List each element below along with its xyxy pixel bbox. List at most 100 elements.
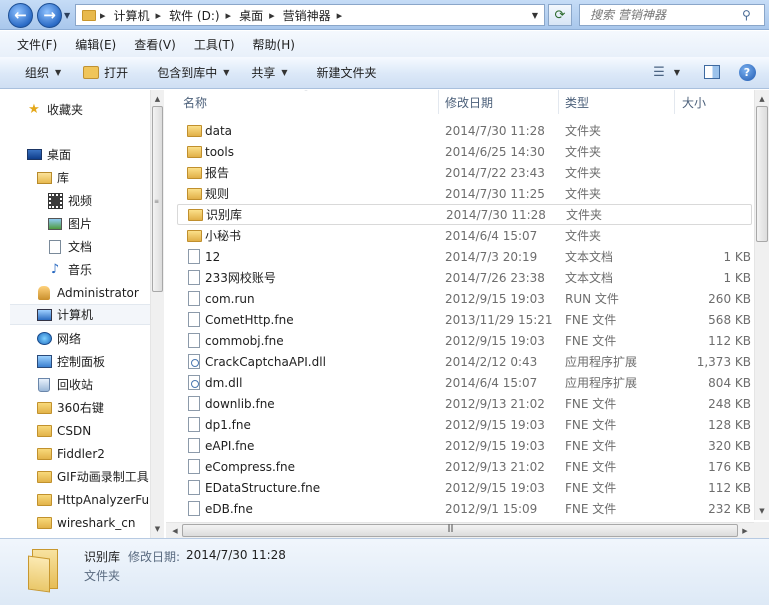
column-header-name[interactable]: 名称 [183,90,207,114]
file-list-horizontal-scrollbar[interactable]: ◀ ‖‖ ▶ [166,522,754,538]
scroll-grip: ‖‖ [447,523,454,532]
open-button[interactable]: 打开 [72,64,139,81]
nav-recycle-bin[interactable]: 回收站 [36,374,150,395]
nav-folder-httpanalyzer[interactable]: HttpAnalyzerFul [36,489,150,510]
recent-pages-dropdown[interactable]: ▼ [64,11,70,20]
folder-row[interactable]: data 2014/7/30 11:28 文件夹 [177,120,752,141]
file-icon [188,312,200,327]
nav-folder-360[interactable]: 360右键 [36,397,150,418]
nav-libraries[interactable]: 库 [36,167,150,188]
file-date: 2014/7/22 23:43 [445,165,545,180]
file-row[interactable]: downlib.fne 2012/9/13 21:02 FNE 文件 248 KB [177,393,752,414]
folder-row[interactable]: 规则 2014/7/30 11:25 文件夹 [177,183,752,204]
folder-row[interactable]: 报告 2014/7/22 23:43 文件夹 [177,162,752,183]
folder-row[interactable]: tools 2014/6/25 14:30 文件夹 [177,141,752,162]
file-list-vertical-scrollbar[interactable]: ▲ ▼ [754,90,769,520]
file-row[interactable]: commobj.fne 2012/9/15 19:03 FNE 文件 112 KB [177,330,752,351]
file-row[interactable]: 233网校账号 2014/7/26 23:38 文本文档 1 KB [177,267,752,288]
nav-favorites[interactable]: ★ 收藏夹 [26,99,150,120]
file-row[interactable]: eCompress.fne 2012/9/13 21:02 FNE 文件 176 KB [177,456,752,477]
nav-pictures[interactable]: 图片 [47,213,150,234]
scroll-down-button[interactable]: ▼ [755,504,769,518]
chevron-right-icon[interactable]: ▸ [337,9,343,22]
file-row[interactable]: EDataStructure.fne 2012/9/15 19:03 FNE 文件 1… [177,477,752,498]
nav-desktop[interactable]: 桌面 [26,144,150,165]
nav-computer[interactable]: 计算机 [10,304,150,325]
file-name: 12 [205,249,221,264]
breadcrumb-item[interactable]: 桌面 ▸ [239,7,283,24]
file-row[interactable]: CometHttp.fne 2013/11/29 15:21 FNE 文件 568 K… [177,309,752,330]
folder-row[interactable]: 识别库 2014/7/30 11:28 文件夹 [177,204,752,225]
file-icon [188,249,200,264]
file-type: 应用程序扩展 [565,376,638,390]
scroll-thumb[interactable] [756,106,768,242]
help-button[interactable]: ? [737,62,757,82]
scroll-up-button[interactable]: ▲ [755,92,769,106]
share-button[interactable]: 共享 ▼ [240,64,298,81]
file-row[interactable]: dm.dll 2014/6/4 15:07 应用程序扩展 804 KB [177,372,752,393]
breadcrumb-item[interactable]: 计算机 ▸ [114,7,170,24]
nav-folder-gif-tool[interactable]: GIF动画录制工具 [36,466,150,487]
file-type: 应用程序扩展 [565,355,638,369]
column-divider[interactable] [438,90,439,114]
nav-folder-csdn[interactable]: CSDN [36,420,150,441]
column-header-type[interactable]: 类型 [565,90,589,114]
chevron-right-icon[interactable]: ▸ [269,9,275,22]
scroll-left-button[interactable]: ◀ [168,524,182,538]
search-input[interactable] [580,8,740,22]
nav-videos[interactable]: 视频 [47,190,150,211]
file-type: 文件夹 [565,187,602,201]
column-divider[interactable] [674,90,675,114]
refresh-button[interactable]: ⟳ [548,4,572,26]
file-row[interactable]: dp1.fne 2012/9/15 19:03 FNE 文件 128 KB [177,414,752,435]
address-history-dropdown[interactable]: ▼ [532,11,538,20]
scroll-up-button[interactable]: ▲ [151,92,164,106]
breadcrumb[interactable]: ▸ 计算机 ▸ 软件 (D:) ▸ 桌面 ▸ 营销神器 ▸ ▼ [75,4,545,26]
forward-button[interactable]: → [37,3,62,28]
file-size: 320 KB [708,438,751,453]
view-options-dropdown[interactable]: ▼ [670,62,684,82]
nav-folder-wireshark[interactable]: wireshark_cn [36,512,150,533]
scroll-down-button[interactable]: ▼ [151,522,164,536]
file-row[interactable]: com.run 2012/9/15 19:03 RUN 文件 260 KB [177,288,752,309]
navigation-pane: ★ 收藏夹 桌面 库 视频 图片 文档 ♪ 音乐 Administrator 计算机… [0,90,150,538]
menu-file[interactable]: 文件(F) [8,36,66,53]
search-icon[interactable]: ⚲ [742,8,751,22]
nav-control-panel[interactable]: 控制面板 [36,351,150,372]
search-box[interactable]: ⚲ [579,4,765,26]
file-row[interactable]: CrackCaptchaAPI.dll 2014/2/12 0:43 应用程序扩展 1… [177,351,752,372]
nav-music[interactable]: ♪ 音乐 [47,259,150,280]
nav-administrator[interactable]: Administrator [36,282,150,303]
menu-edit[interactable]: 编辑(E) [66,36,125,53]
scroll-right-button[interactable]: ▶ [738,524,752,538]
file-size: 1 KB [723,270,751,285]
column-header-size[interactable]: 大小 [682,90,706,114]
menu-help[interactable]: 帮助(H) [244,36,304,53]
breadcrumb-root-chevron[interactable]: ▸ [100,9,114,22]
file-type: FNE 文件 [565,481,617,495]
nav-network[interactable]: 网络 [36,328,150,349]
file-size: 112 KB [708,480,751,495]
new-folder-button[interactable]: 新建文件夹 [299,64,388,81]
file-row[interactable]: eAPI.fne 2012/9/15 19:03 FNE 文件 320 KB [177,435,752,456]
column-header-date[interactable]: 修改日期 [445,90,493,114]
menu-tools[interactable]: 工具(T) [185,36,244,53]
nav-folder-fiddler2[interactable]: Fiddler2 [36,443,150,464]
column-divider[interactable] [558,90,559,114]
preview-pane-button[interactable] [702,62,722,82]
scroll-thumb[interactable] [182,524,738,537]
nav-documents[interactable]: 文档 [47,236,150,257]
file-row[interactable]: 12 2014/7/3 20:19 文本文档 1 KB [177,246,752,267]
chevron-right-icon[interactable]: ▸ [156,9,162,22]
organize-button[interactable]: 组织 ▼ [14,64,72,81]
breadcrumb-item[interactable]: 营销神器 ▸ [283,7,351,24]
menu-view[interactable]: 查看(V) [125,36,185,53]
breadcrumb-item[interactable]: 软件 (D:) ▸ [169,7,239,24]
include-in-library-button[interactable]: 包含到库中 ▼ [139,64,240,81]
navigation-scrollbar[interactable]: ▲ ≡ ▼ [150,90,164,538]
folder-row[interactable]: 小秘书 2014/6/4 15:07 文件夹 [177,225,752,246]
file-row[interactable]: eDB.fne 2012/9/1 15:09 FNE 文件 232 KB [177,498,752,519]
back-button[interactable]: ← [8,3,33,28]
change-view-button[interactable]: ☰ [648,62,670,82]
chevron-right-icon[interactable]: ▸ [226,9,232,22]
